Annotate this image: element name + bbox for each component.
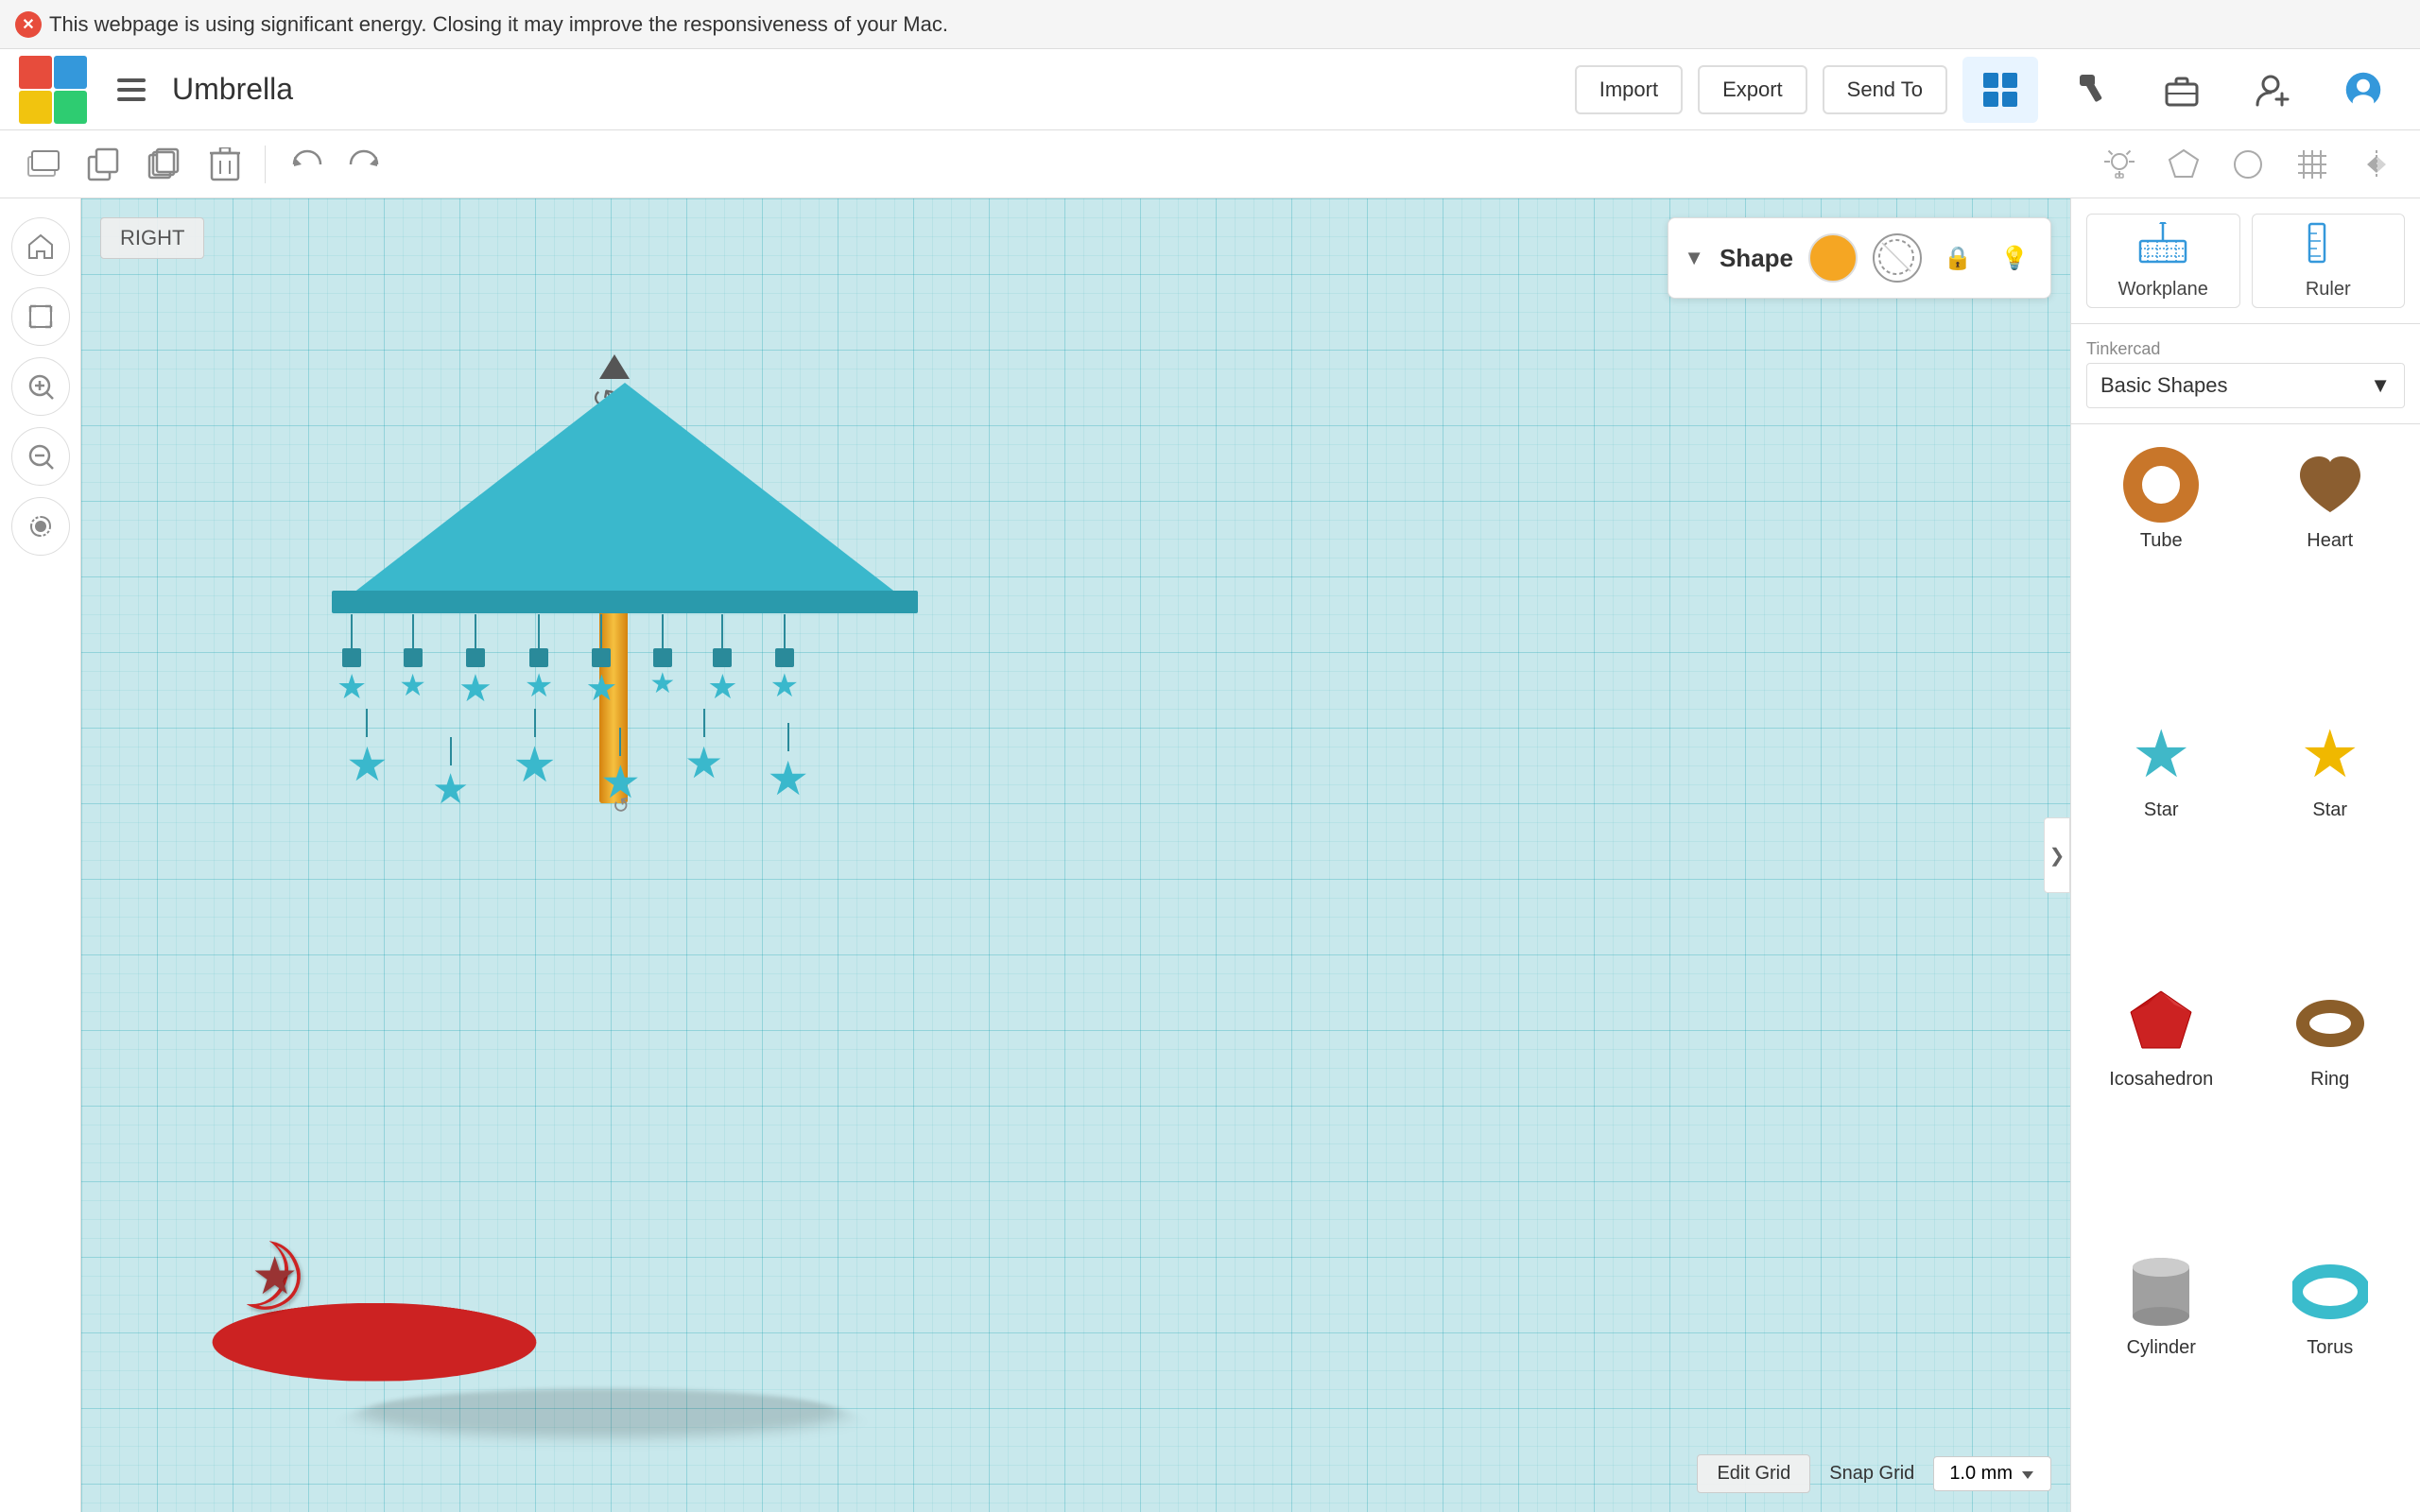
mirror-button[interactable]: [2348, 136, 2405, 193]
toolbar-separator-1: [265, 146, 266, 183]
edit-grid-button[interactable]: Edit Grid: [1697, 1454, 1810, 1493]
star-on-moon: ★: [251, 1246, 298, 1306]
canvas-objects: ☽ ★ ↺ ★: [81, 198, 2070, 1512]
shape-item-star-cyan[interactable]: ★ Star: [2083, 705, 2240, 963]
home-view-button[interactable]: [11, 217, 70, 276]
library-category-dropdown[interactable]: Basic Shapes ▼: [2086, 363, 2405, 408]
snap-grid-value[interactable]: 1.0 mm: [1933, 1456, 2051, 1491]
torus-thumb: [2288, 1254, 2373, 1330]
redo-button[interactable]: [337, 136, 394, 193]
main-layout: RIGHT ▼ Shape 🔒 💡 ☽ ★: [0, 198, 2420, 1512]
shadow-ellipse: [300, 1388, 903, 1437]
snap-grid-label: Snap Grid: [1829, 1463, 1914, 1485]
zoom-out-button[interactable]: [11, 427, 70, 486]
shape-item-tube[interactable]: Tube: [2083, 436, 2240, 694]
icosahedron-thumb: [2118, 986, 2204, 1061]
tinkercad-logo: [19, 56, 87, 124]
notification-bar: ✕ This webpage is using significant ener…: [0, 0, 2420, 49]
star-cyan-label: Star: [2144, 799, 2179, 821]
duplicate-button[interactable]: [136, 136, 193, 193]
left-sidebar: [0, 198, 81, 1512]
canvas-area[interactable]: RIGHT ▼ Shape 🔒 💡 ☽ ★: [81, 198, 2070, 1512]
shape-item-icosahedron[interactable]: Icosahedron: [2083, 974, 2240, 1232]
workplane-button[interactable]: Workplane: [2086, 214, 2240, 308]
shape-item-torus[interactable]: Torus: [2252, 1243, 2410, 1501]
ring-thumb: [2288, 986, 2373, 1061]
toolbar: [0, 130, 2420, 198]
copy-button[interactable]: [76, 136, 132, 193]
workplane-icon: [2138, 222, 2187, 273]
add-person-button[interactable]: [2235, 57, 2310, 123]
ruler-icon: [2308, 222, 2349, 273]
moon-group: ☽ ★: [223, 1222, 308, 1332]
shape-grid: Tube Heart ★ Star: [2071, 424, 2420, 1512]
ruler-label: Ruler: [2306, 279, 2351, 301]
notification-icon: ✕: [15, 11, 42, 38]
cylinder-label: Cylinder: [2127, 1337, 2196, 1359]
bottom-bar: Edit Grid Snap Grid 1.0 mm: [1697, 1454, 2051, 1493]
grid-view-button[interactable]: [1962, 57, 2038, 123]
export-button[interactable]: Export: [1698, 65, 1807, 114]
star-cyan-thumb: ★: [2118, 716, 2204, 792]
shape-item-heart[interactable]: Heart: [2252, 436, 2410, 694]
dropdown-arrow: ▼: [2370, 373, 2391, 398]
header: Umbrella Import Export Send To: [0, 49, 2420, 130]
circle-view-button[interactable]: [2220, 136, 2276, 193]
library-provider: Tinkercad: [2086, 339, 2405, 359]
panel-toggle-button[interactable]: ❯: [2044, 817, 2070, 893]
shape-library-selector: Tinkercad Basic Shapes ▼: [2071, 324, 2420, 424]
shape-item-cylinder[interactable]: Cylinder: [2083, 1243, 2240, 1501]
polygon-view-button[interactable]: [2155, 136, 2212, 193]
gallery-button[interactable]: [2144, 57, 2220, 123]
hanging-items-row2: ★ ★ ★ ★ ★: [346, 709, 809, 814]
heart-label: Heart: [2307, 530, 2353, 552]
zoom-in-button[interactable]: [11, 357, 70, 416]
umbrella-roof: [332, 383, 918, 610]
menu-button[interactable]: [106, 64, 157, 115]
star-yellow-thumb: ★: [2288, 716, 2373, 792]
project-title: Umbrella: [172, 72, 1575, 107]
tube-thumb: [2118, 447, 2204, 523]
delete-button[interactable]: [197, 136, 253, 193]
torus-label: Torus: [2307, 1337, 2353, 1359]
profile-button[interactable]: [2325, 57, 2401, 123]
shape-item-star-yellow[interactable]: ★ Star: [2252, 705, 2410, 963]
toolbar-right: [2091, 136, 2405, 193]
undo-button[interactable]: [277, 136, 334, 193]
workplane-label: Workplane: [2118, 279, 2208, 301]
tube-label: Tube: [2140, 530, 2183, 552]
notification-text: This webpage is using significant energy…: [49, 12, 948, 37]
hanging-items-row1: ★ ★ ★ ★: [337, 614, 799, 711]
import-button[interactable]: Import: [1575, 65, 1683, 114]
ruler-button[interactable]: Ruler: [2252, 214, 2406, 308]
right-panel: Workplane Ruler Tinkercad Bas: [2070, 198, 2420, 1512]
star-yellow-label: Star: [2312, 799, 2347, 821]
heart-thumb: [2288, 447, 2373, 523]
cylinder-thumb: [2118, 1254, 2204, 1330]
grid-settings-button[interactable]: [2284, 136, 2341, 193]
fit-view-button[interactable]: [11, 287, 70, 346]
shape-item-ring[interactable]: Ring: [2252, 974, 2410, 1232]
tools-button[interactable]: [2053, 57, 2129, 123]
umbrella-eave: [332, 591, 918, 613]
ring-label: Ring: [2310, 1069, 2349, 1091]
header-right: Import Export Send To: [1575, 57, 2401, 123]
up-arrow: [599, 354, 630, 379]
right-panel-tools: Workplane Ruler: [2071, 198, 2420, 324]
orbit-button[interactable]: [11, 497, 70, 556]
lighting-button[interactable]: [2091, 136, 2148, 193]
new-workplane-button[interactable]: [15, 136, 72, 193]
send-to-button[interactable]: Send To: [1823, 65, 1947, 114]
icosahedron-label: Icosahedron: [2109, 1069, 2213, 1091]
